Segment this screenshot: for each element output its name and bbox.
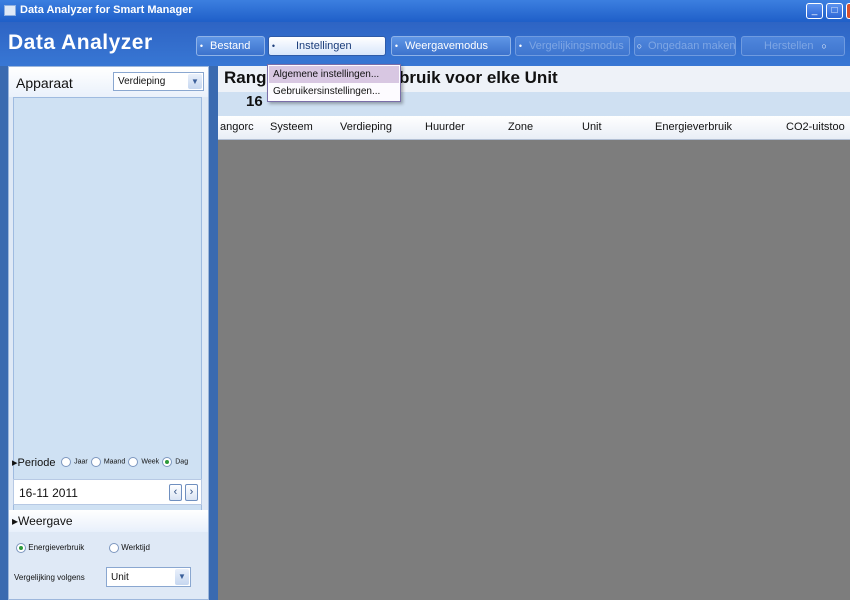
instellingen-dropdown: Algemene instellingen... Gebruikersinste… (267, 64, 401, 102)
column-header[interactable]: Verdieping (340, 121, 392, 133)
chevron-down-icon: ▼ (175, 569, 189, 585)
report-title-right: bruik voor elke Unit (399, 68, 558, 87)
undo-button[interactable]: ○ Ongedaan maken (634, 36, 736, 56)
chevron-left-icon: ‹ (173, 486, 178, 498)
report-area: Rang bruik voor elke Unit 16 angorc Syst… (218, 66, 850, 600)
table-header: angorc Systeem Verdieping Huurder Zone U… (218, 116, 850, 140)
radio-energieverbruik[interactable] (16, 543, 26, 553)
maximize-button[interactable]: □ (826, 3, 843, 19)
chevron-right-icon: • (518, 41, 523, 51)
weergave-options: Energieverbruik Werktijd (9, 533, 208, 563)
chevron-down-icon: ▼ (188, 74, 202, 89)
periode-label: ▸Periode (12, 457, 56, 469)
minimize-button[interactable]: _ (806, 3, 823, 19)
vergelijking-label: Vergelijking volgens (14, 573, 85, 582)
redo-icon: ○ (821, 41, 827, 51)
chevron-right-icon: • (199, 41, 204, 51)
chevron-right-icon: • (394, 41, 399, 51)
apparaat-label: Apparaat (16, 75, 73, 91)
app-window-icon (4, 5, 16, 16)
column-header[interactable]: Energieverbruik (655, 121, 732, 133)
menu-item-algemene-instellingen[interactable]: Algemene instellingen... (269, 66, 399, 83)
selected-date: 16-11 2011 (19, 486, 78, 500)
bestand-menu-button[interactable]: • Bestand (196, 36, 265, 56)
sidebar-panel: Apparaat Verdieping ▼ ▸Periode Jaar Maan… (8, 66, 209, 600)
radio-week[interactable] (128, 457, 139, 468)
radio-jaar[interactable] (61, 457, 71, 468)
column-header[interactable]: Huurder (425, 121, 465, 133)
radio-werktijd[interactable] (109, 543, 119, 553)
chevron-right-icon: • (271, 41, 276, 51)
report-date: 16 (246, 93, 263, 110)
instellingen-menu-button[interactable]: • Instellingen (268, 36, 386, 56)
next-date-button[interactable]: › (185, 484, 198, 501)
redo-button[interactable]: Herstellen ○ (741, 36, 845, 56)
date-navigator: 16-11 2011 ‹ › (13, 479, 202, 505)
undo-icon: ○ (636, 41, 643, 51)
vergelijkingsmodus-menu-button[interactable]: • Vergelijkingsmodus (515, 36, 630, 56)
report-title-left: Rang (224, 68, 267, 87)
column-header[interactable]: Systeem (270, 121, 313, 133)
menu-item-gebruikersinstellingen[interactable]: Gebruikersinstellingen... (269, 83, 399, 100)
vergelijking-select[interactable]: Unit ▼ (106, 567, 191, 587)
column-header[interactable]: Zone (508, 121, 533, 133)
weergave-label: ▸Weergave (12, 514, 73, 528)
close-button[interactable] (846, 3, 850, 19)
window-titlebar: Data Analyzer for Smart Manager _ □ (0, 0, 850, 22)
apparaat-header: Apparaat Verdieping ▼ (9, 67, 208, 97)
main-toolbar: Data Analyzer • Bestand • Instellingen • We… (0, 22, 850, 66)
previous-date-button[interactable]: ‹ (169, 484, 182, 501)
app-brand: Data Analyzer (8, 31, 153, 54)
column-header[interactable]: angorc (220, 121, 254, 133)
weergavemodus-menu-button[interactable]: • Weergavemodus (391, 36, 511, 56)
column-header[interactable]: CO2-uitstoo (786, 121, 845, 133)
window-title: Data Analyzer for Smart Manager (20, 4, 193, 16)
radio-maand[interactable] (90, 457, 101, 468)
radio-dag[interactable] (162, 457, 173, 468)
vergelijking-row: Vergelijking volgens Unit ▼ (9, 565, 208, 595)
periode-selector: ▸Periode Jaar Maand Week Dag (12, 457, 189, 469)
weergave-header: ▸Weergave (9, 510, 208, 532)
chevron-right-icon: › (189, 486, 194, 498)
column-header[interactable]: Unit (582, 121, 602, 133)
apparaat-select[interactable]: Verdieping ▼ (113, 72, 204, 91)
